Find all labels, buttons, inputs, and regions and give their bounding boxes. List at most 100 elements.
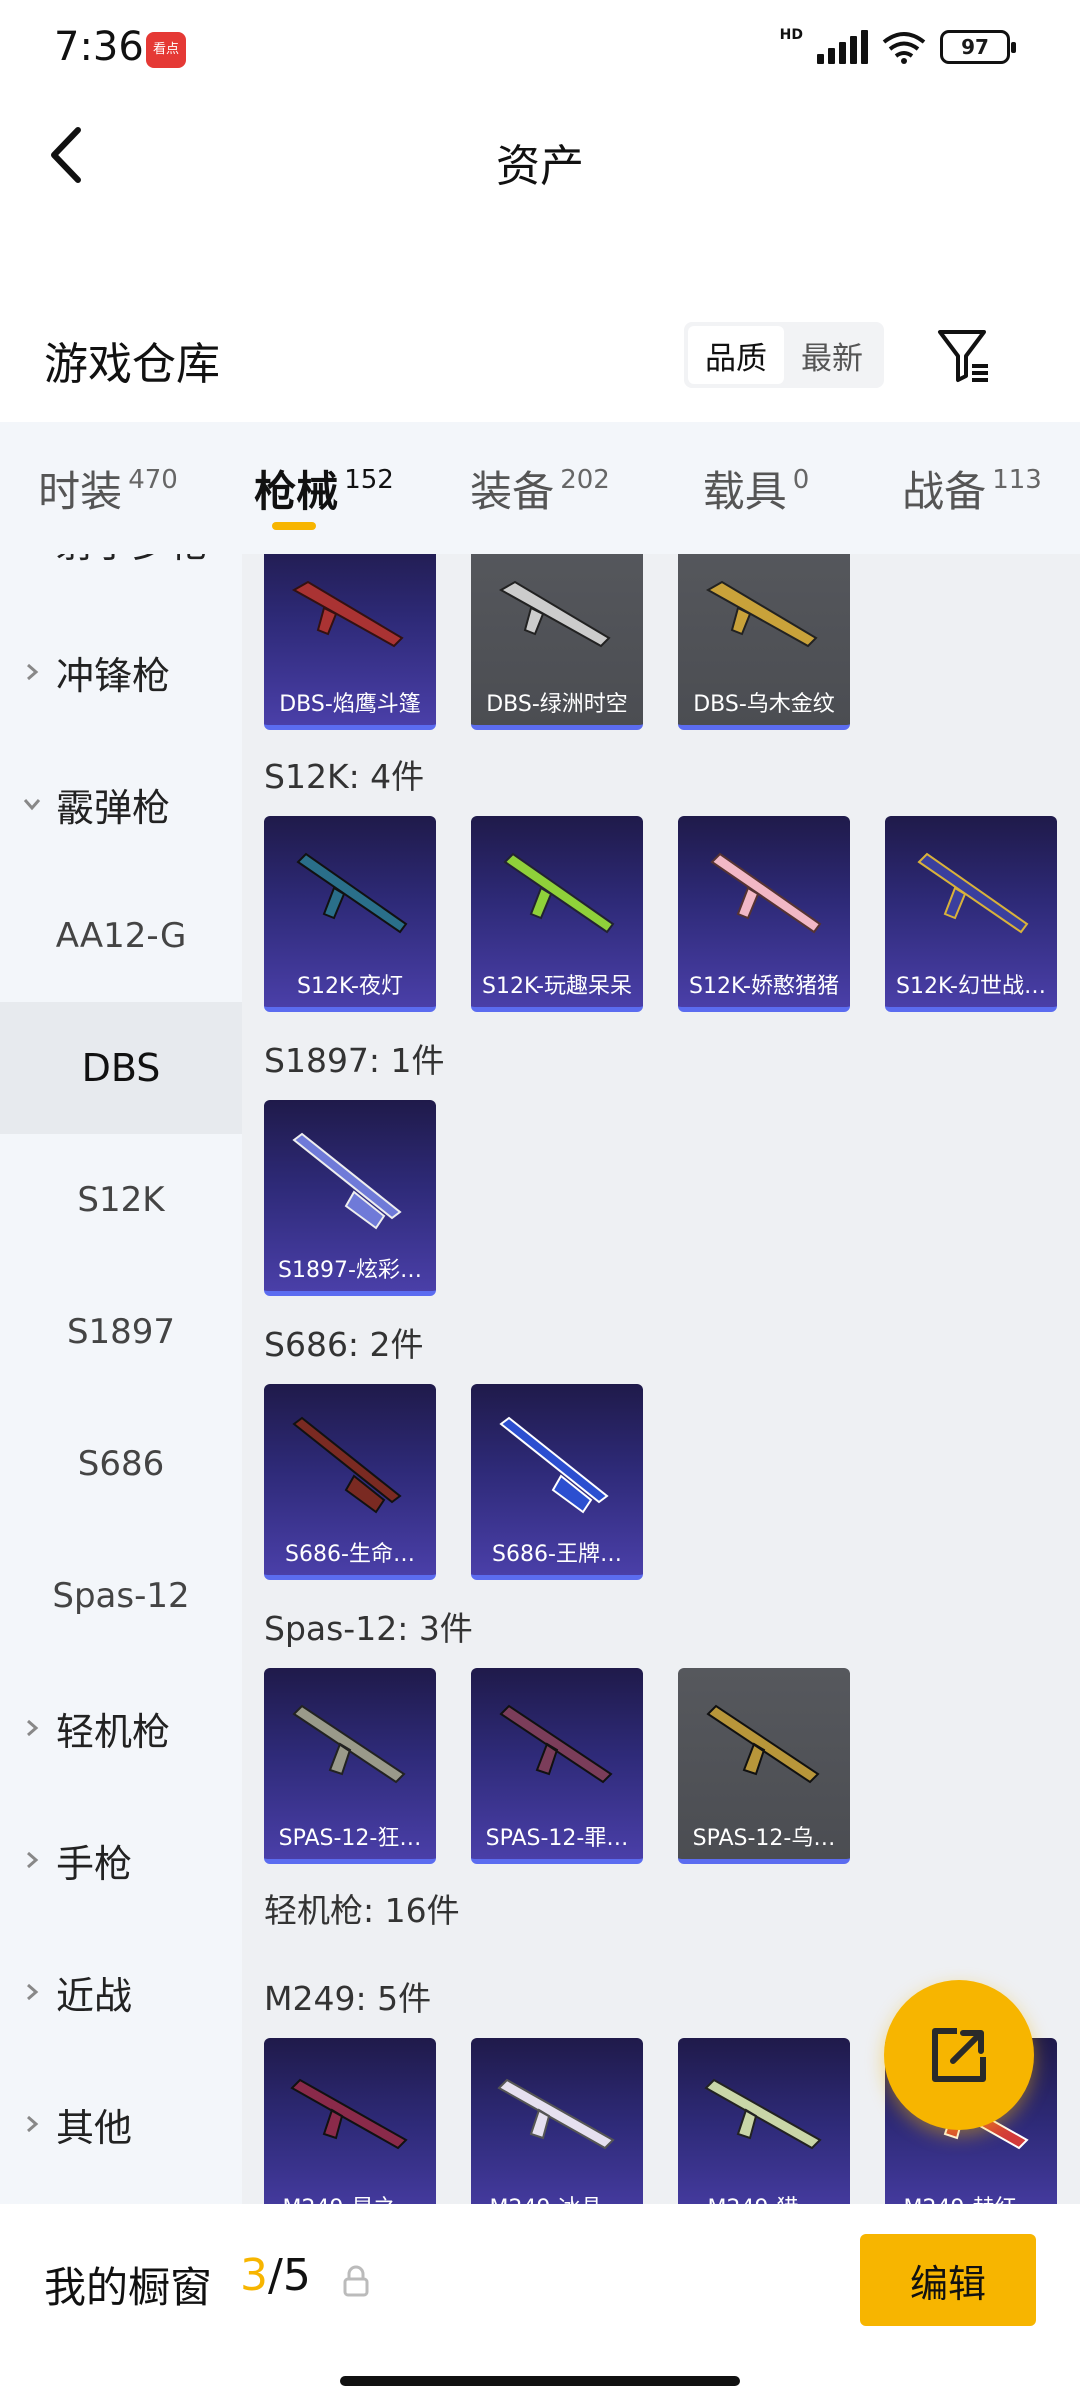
weapon-card[interactable]: DBS-绿洲时空 bbox=[471, 554, 643, 730]
sidebar-item-label: 霰弹枪 bbox=[56, 785, 171, 830]
sidebar-item-label: 射手步枪 bbox=[56, 554, 208, 568]
sidebar-item-label: 轻机枪 bbox=[56, 1709, 171, 1754]
sidebar-subitem-s12k[interactable]: S12K bbox=[0, 1134, 242, 1266]
status-time: 7:36 bbox=[54, 24, 144, 70]
weapon-card[interactable]: S12K-夜灯 bbox=[264, 816, 436, 1012]
weapon-card[interactable]: DBS-乌木金纹 bbox=[678, 554, 850, 730]
weapon-card[interactable]: DBS-焰鹰斗篷 bbox=[264, 554, 436, 730]
weapon-name: S12K-幻世战… bbox=[895, 974, 1046, 999]
share-icon bbox=[932, 2028, 986, 2082]
machine-gun-icon bbox=[290, 2078, 408, 2150]
weapon-name: M249-星之… bbox=[264, 2189, 436, 2204]
chevron-right-icon bbox=[27, 1719, 39, 1737]
rifle-icon bbox=[503, 852, 615, 934]
tab-equipment[interactable]: 装备 202 bbox=[432, 422, 648, 554]
rifle-icon bbox=[710, 852, 822, 934]
tab-vehicles[interactable]: 载具 0 bbox=[648, 422, 864, 554]
tab-outfits[interactable]: 时装 470 bbox=[0, 422, 216, 554]
weapon-card[interactable]: SPAS-12-乌… bbox=[678, 1668, 850, 1864]
home-indicator[interactable] bbox=[340, 2376, 740, 2386]
share-button[interactable] bbox=[884, 1980, 1034, 2130]
app-notification-icon: 看点 bbox=[146, 32, 186, 68]
tab-label: 枪械 bbox=[254, 466, 339, 516]
sort-newest-button[interactable]: 最新 bbox=[784, 326, 880, 384]
weapon-name: S686-王牌… bbox=[492, 1542, 622, 1567]
weapon-card[interactable]: SPAS-12-罪… bbox=[471, 1668, 643, 1864]
tab-firearms[interactable]: 枪械 152 bbox=[216, 422, 432, 554]
status-bar: 7:36 看点 HD 97 bbox=[0, 0, 1080, 100]
sidebar-item-label: 冲锋枪 bbox=[56, 653, 171, 698]
tab-label: 战备 bbox=[902, 466, 987, 516]
shotgun-icon bbox=[292, 1704, 406, 1784]
weapon-card[interactable]: S1897-炫彩… bbox=[264, 1100, 436, 1296]
tab-label: 载具 bbox=[702, 466, 787, 516]
shotgun-icon bbox=[292, 1132, 402, 1230]
weapon-card[interactable]: M249-冰晶… bbox=[471, 2038, 643, 2204]
weapon-name: M249-赫红… bbox=[885, 2189, 1057, 2204]
weapon-name: M249-猎… bbox=[678, 2189, 850, 2204]
rifle-icon bbox=[296, 852, 408, 934]
shotgun-icon bbox=[291, 580, 404, 648]
sidebar-subitem-dbs[interactable]: DBS bbox=[0, 1002, 242, 1134]
weapon-name: S12K-玩趣呆呆 bbox=[481, 974, 632, 999]
sidebar-item-label: 手枪 bbox=[56, 1841, 133, 1886]
weapon-grid: DBS-焰鹰斗篷 DBS-绿洲时空 DBS-乌木金纹 S12K: 4件 S12K… bbox=[242, 554, 1080, 2204]
shotgun-icon bbox=[705, 580, 818, 648]
weapon-name: DBS-绿洲时空 bbox=[486, 692, 628, 717]
weapon-card[interactable]: SPAS-12-狂… bbox=[264, 1668, 436, 1864]
sidebar-item-melee[interactable]: 近战 bbox=[0, 1926, 242, 2058]
sidebar-subitem-aa12g[interactable]: AA12-G bbox=[0, 870, 242, 1002]
weapon-name: DBS-乌木金纹 bbox=[693, 692, 835, 717]
tab-count: 0 bbox=[792, 465, 810, 495]
tab-count: 152 bbox=[344, 465, 394, 495]
weapon-name: S686-生命… bbox=[285, 1542, 415, 1567]
shotgun-icon bbox=[499, 1416, 609, 1514]
weapon-name: S12K-夜灯 bbox=[296, 974, 403, 999]
tab-label: 装备 bbox=[470, 466, 555, 516]
weapon-card[interactable]: S686-王牌… bbox=[471, 1384, 643, 1580]
tab-count: 470 bbox=[128, 465, 178, 495]
section-title: 游戏仓库 bbox=[44, 339, 220, 390]
weapon-card[interactable]: M249-星之… bbox=[264, 2038, 436, 2204]
page-title: 资产 bbox=[496, 141, 584, 192]
weapon-name: S1897-炫彩… bbox=[278, 1258, 422, 1283]
filter-icon[interactable] bbox=[936, 326, 992, 386]
shotgun-icon bbox=[706, 1704, 820, 1784]
group-label: Spas-12: 3件 bbox=[264, 1609, 473, 1648]
battery-icon: 97 bbox=[940, 30, 1016, 64]
wifi-icon bbox=[882, 32, 926, 64]
weapon-name: M249-冰晶… bbox=[471, 2189, 643, 2204]
weapon-card[interactable]: S12K-娇憨猪猪 bbox=[678, 816, 850, 1012]
sidebar-item-lmg[interactable]: 轻机枪 bbox=[0, 1662, 242, 1794]
sort-toggle: 品质 最新 bbox=[684, 322, 884, 388]
signal-icon bbox=[817, 30, 868, 64]
weapon-card[interactable]: S12K-玩趣呆呆 bbox=[471, 816, 643, 1012]
sidebar-item-other[interactable]: 其他 bbox=[0, 2058, 242, 2190]
category-label: 轻机枪: 16件 bbox=[264, 1891, 460, 1930]
rifle-icon bbox=[917, 852, 1029, 934]
edit-button[interactable]: 编辑 bbox=[860, 2234, 1036, 2326]
weapon-name: DBS-焰鹰斗篷 bbox=[279, 692, 421, 717]
tab-count: 113 bbox=[992, 465, 1042, 495]
machine-gun-icon bbox=[704, 2078, 822, 2150]
weapon-card[interactable]: S12K-幻世战… bbox=[885, 816, 1057, 1012]
sort-quality-button[interactable]: 品质 bbox=[688, 326, 784, 384]
sidebar-item-label: 其他 bbox=[56, 2105, 133, 2150]
showcase-count: 3/5 bbox=[240, 2250, 311, 2301]
weapon-card[interactable]: S686-生命… bbox=[264, 1384, 436, 1580]
sidebar-item-smg[interactable]: 冲锋枪 bbox=[0, 606, 242, 738]
chevron-right-icon bbox=[27, 1851, 39, 1869]
sidebar-subitem-s1897[interactable]: S1897 bbox=[0, 1266, 242, 1398]
sidebar-subitem-s686[interactable]: S686 bbox=[0, 1398, 242, 1530]
sidebar-subitem-spas12[interactable]: Spas-12 bbox=[0, 1530, 242, 1662]
weapon-card[interactable]: M249-猎… bbox=[678, 2038, 850, 2204]
shotgun-icon bbox=[499, 1704, 613, 1784]
sidebar-item-pistol[interactable]: 手枪 bbox=[0, 1794, 242, 1926]
chevron-right-icon bbox=[27, 2115, 39, 2133]
machine-gun-icon bbox=[497, 2078, 615, 2150]
weapon-name: SPAS-12-狂… bbox=[278, 1826, 422, 1851]
chevron-down-icon bbox=[23, 799, 41, 811]
sidebar-item-marksman-rifle[interactable]: 射手步枪 bbox=[0, 554, 242, 606]
sidebar-item-shotgun[interactable]: 霰弹枪 bbox=[0, 738, 242, 870]
tab-supplies[interactable]: 战备 113 bbox=[864, 422, 1080, 554]
